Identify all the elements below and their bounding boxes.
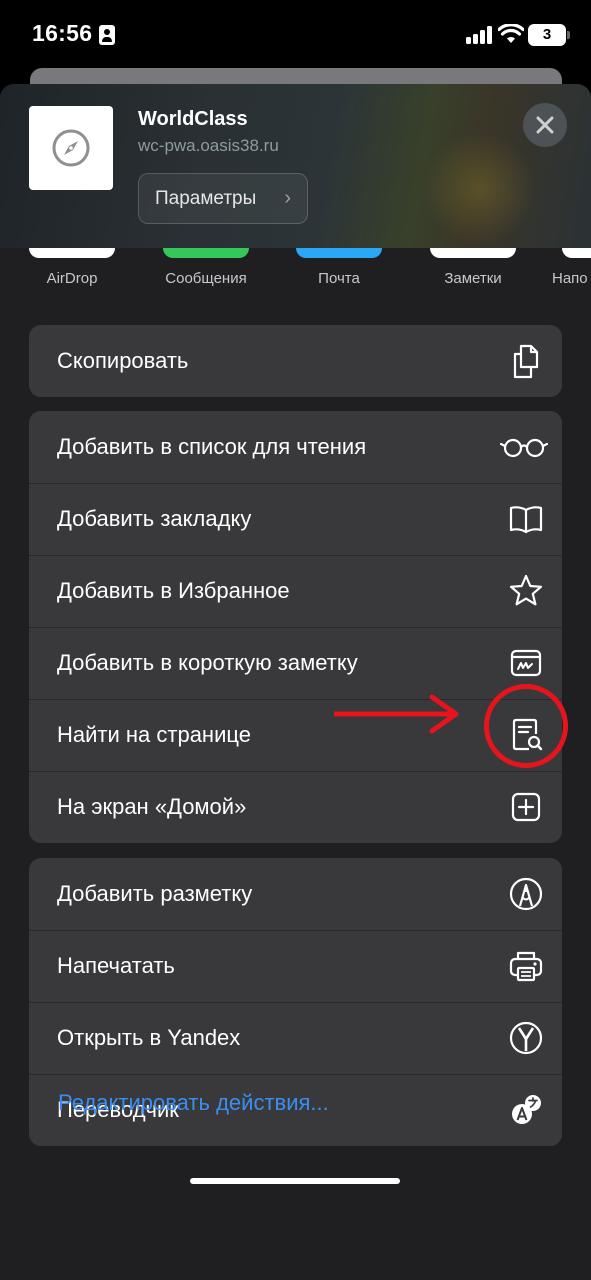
compass-icon bbox=[52, 129, 90, 167]
share-target-label: Напо bbox=[552, 270, 588, 287]
action-label: Добавить в короткую заметку bbox=[57, 650, 358, 675]
share-target-tile bbox=[562, 248, 591, 258]
share-target-tile bbox=[163, 248, 249, 258]
cellular-signal-icon bbox=[466, 26, 494, 44]
action-group-copy: Скопировать bbox=[29, 325, 562, 397]
share-target-label: Сообщения bbox=[165, 270, 247, 287]
status-bar: 16:56 3 bbox=[0, 0, 591, 70]
share-target-tile bbox=[296, 248, 382, 258]
share-target-tile bbox=[430, 248, 516, 258]
share-target-notes[interactable]: Заметки bbox=[418, 248, 528, 287]
share-target-messages[interactable]: Сообщения bbox=[151, 248, 261, 287]
contact-card-icon bbox=[99, 25, 115, 45]
action-find-on-page[interactable]: Найти на странице bbox=[29, 699, 562, 771]
status-time: 16:56 bbox=[32, 20, 93, 46]
action-copy[interactable]: Скопировать bbox=[29, 325, 562, 397]
chevron-right-icon: › bbox=[284, 187, 291, 209]
site-url: wc-pwa.oasis38.ru bbox=[138, 136, 279, 155]
copy-icon bbox=[513, 344, 539, 379]
glasses-icon bbox=[500, 438, 548, 458]
action-label: Найти на странице bbox=[57, 722, 251, 747]
share-target-mail[interactable]: Почта bbox=[284, 248, 394, 287]
battery-indicator: 3 bbox=[528, 24, 570, 46]
printer-icon bbox=[509, 951, 543, 982]
close-button[interactable] bbox=[523, 103, 567, 147]
red-arrow-annotation bbox=[334, 694, 459, 734]
quick-note-icon bbox=[510, 649, 542, 677]
yandex-icon bbox=[509, 1021, 543, 1055]
action-label: Добавить в Избранное bbox=[57, 578, 290, 603]
markup-icon bbox=[509, 877, 543, 911]
share-targets-row: AirDrop Сообщения Почта Заметки Напо bbox=[0, 248, 591, 298]
home-indicator[interactable] bbox=[190, 1178, 400, 1184]
action-add-favorites[interactable]: Добавить в Избранное bbox=[29, 555, 562, 627]
action-label: Открыть в Yandex bbox=[57, 1025, 241, 1050]
translate-icon bbox=[512, 1095, 541, 1124]
book-icon bbox=[509, 506, 543, 534]
share-target-label: AirDrop bbox=[46, 270, 98, 287]
action-add-to-home-screen[interactable]: На экран «Домой» bbox=[29, 771, 562, 843]
share-target-reminders[interactable]: Напо bbox=[540, 248, 591, 287]
site-icon bbox=[29, 106, 113, 190]
action-print[interactable]: Напечатать bbox=[29, 930, 562, 1002]
add-square-icon bbox=[511, 792, 541, 822]
action-add-reading-list[interactable]: Добавить в список для чтения bbox=[29, 411, 562, 483]
options-button[interactable]: Параметры › bbox=[138, 173, 308, 224]
action-label: Добавить разметку bbox=[57, 881, 253, 906]
share-header: WorldClass wc-pwa.oasis38.ru Параметры › bbox=[0, 84, 591, 248]
action-add-bookmark[interactable]: Добавить закладку bbox=[29, 483, 562, 555]
star-icon bbox=[509, 574, 543, 606]
share-target-tile bbox=[29, 248, 115, 258]
site-title: WorldClass bbox=[138, 108, 248, 130]
action-label: Добавить в список для чтения bbox=[57, 434, 367, 459]
share-target-airdrop[interactable]: AirDrop bbox=[17, 248, 127, 287]
red-circle-annotation bbox=[484, 684, 568, 768]
action-label: На экран «Домой» bbox=[57, 794, 247, 819]
wifi-icon bbox=[498, 24, 524, 43]
action-add-quick-note[interactable]: Добавить в короткую заметку bbox=[29, 627, 562, 699]
share-target-label: Заметки bbox=[444, 270, 502, 287]
close-icon bbox=[536, 116, 554, 134]
action-group-add: Добавить в список для чтения Добавить за… bbox=[29, 411, 562, 843]
action-label: Скопировать bbox=[57, 348, 189, 373]
action-label: Добавить закладку bbox=[57, 506, 252, 531]
edit-actions-link[interactable]: Редактировать действия... bbox=[58, 1090, 329, 1116]
action-label: Напечатать bbox=[57, 953, 175, 978]
options-label: Параметры bbox=[155, 188, 257, 209]
action-markup[interactable]: Добавить разметку bbox=[29, 858, 562, 930]
share-target-label: Почта bbox=[318, 270, 360, 287]
action-open-in-yandex[interactable]: Открыть в Yandex bbox=[29, 1002, 562, 1074]
